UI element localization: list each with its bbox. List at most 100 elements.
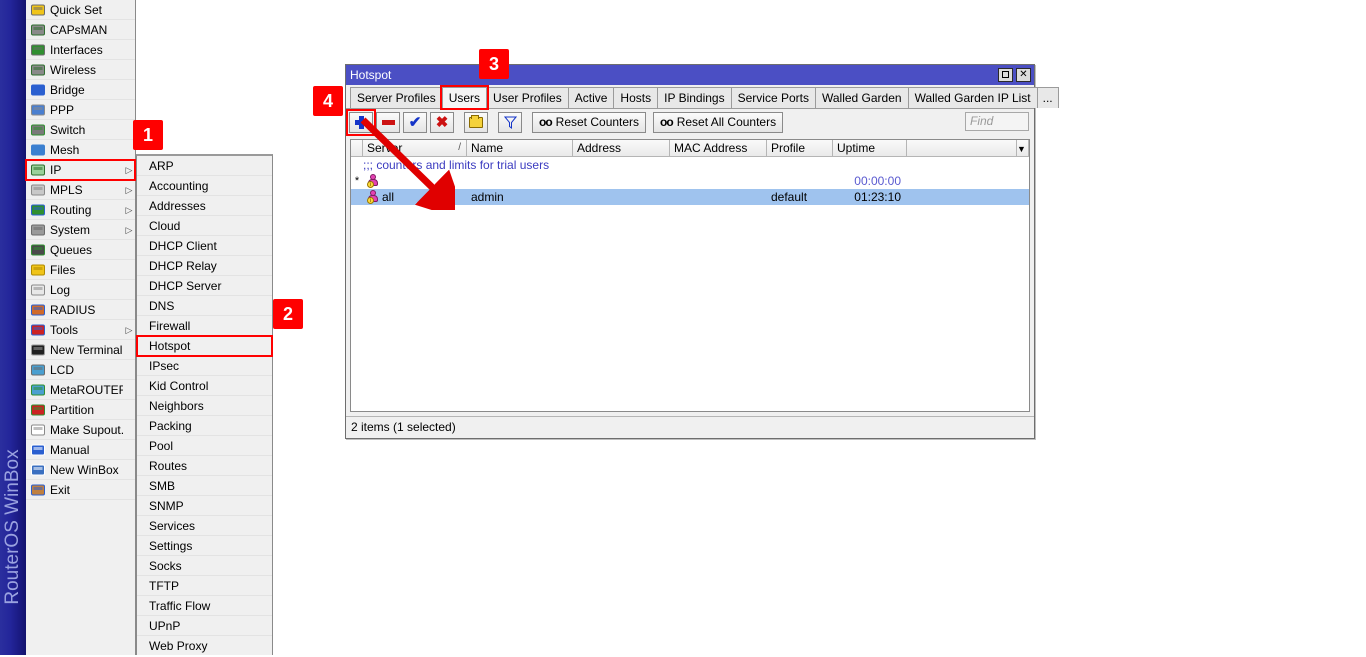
add-button[interactable]: [349, 112, 373, 133]
sidebar-item-radius[interactable]: RADIUS: [26, 300, 135, 320]
sidebar-item-mesh[interactable]: Mesh: [26, 140, 135, 160]
metarouter-icon: [30, 383, 46, 397]
table-header-address[interactable]: Address: [573, 140, 670, 156]
ip-submenu-item-packing[interactable]: Packing: [137, 416, 272, 436]
tab-server-profiles[interactable]: Server Profiles: [350, 87, 443, 108]
reset-all-counters-prefix: oo: [660, 115, 673, 129]
ip-submenu-item-settings[interactable]: Settings: [137, 536, 272, 556]
sidebar-item-ip[interactable]: IP▷: [26, 160, 135, 180]
sidebar-item-capsman[interactable]: CAPsMAN: [26, 20, 135, 40]
disable-button[interactable]: ✖: [430, 112, 454, 133]
table-row[interactable]: ialladmindefault01:23:10: [351, 189, 1029, 205]
reset-all-counters-button[interactable]: oo Reset All Counters: [653, 112, 783, 133]
ip-submenu-item-pool[interactable]: Pool: [137, 436, 272, 456]
sidebar-item-queues[interactable]: Queues: [26, 240, 135, 260]
table-header-server[interactable]: Server/: [363, 140, 467, 156]
hotspot-window[interactable]: Hotspot ✕ Server ProfilesUsersUser Profi…: [345, 64, 1035, 439]
search-input[interactable]: Find: [965, 112, 1029, 131]
ip-submenu-item-upnp[interactable]: UPnP: [137, 616, 272, 636]
sidebar-item-bridge[interactable]: Bridge: [26, 80, 135, 100]
sidebar-item-label: Bridge: [50, 80, 123, 100]
column-chooser-button[interactable]: ▼: [1017, 140, 1029, 156]
sidebar-item-metarouter[interactable]: MetaROUTER: [26, 380, 135, 400]
sidebar-item-make-supout-rif[interactable]: Make Supout.rif: [26, 420, 135, 440]
table-header-profile[interactable]: Profile: [767, 140, 833, 156]
maximize-button[interactable]: [998, 68, 1013, 82]
ip-submenu-item-kid-control[interactable]: Kid Control: [137, 376, 272, 396]
hotspot-tabbar[interactable]: Server ProfilesUsersUser ProfilesActiveH…: [346, 85, 1034, 109]
table-row[interactable]: *i00:00:00: [351, 173, 1029, 189]
sidebar-item-new-terminal[interactable]: New Terminal: [26, 340, 135, 360]
ip-submenu-item-firewall[interactable]: Firewall: [137, 316, 272, 336]
sidebar-item-routing[interactable]: Routing▷: [26, 200, 135, 220]
remove-button[interactable]: [376, 112, 400, 133]
ip-submenu-item-services[interactable]: Services: [137, 516, 272, 536]
tab-[interactable]: ...: [1037, 87, 1059, 108]
tab-users[interactable]: Users: [442, 87, 487, 108]
table-header-mac-address[interactable]: MAC Address: [670, 140, 767, 156]
ip-submenu-item-socks[interactable]: Socks: [137, 556, 272, 576]
comment-button[interactable]: [464, 112, 488, 133]
users-table[interactable]: Server/NameAddressMAC AddressProfileUpti…: [350, 139, 1030, 412]
sidebar-item-quick-set[interactable]: Quick Set: [26, 0, 135, 20]
ip-submenu-item-addresses[interactable]: Addresses: [137, 196, 272, 216]
ip-submenu-item-ipsec[interactable]: IPsec: [137, 356, 272, 376]
sidebar-item-wireless[interactable]: Wireless: [26, 60, 135, 80]
hotspot-toolbar[interactable]: ✔ ✖ oo Reset Counters oo Reset All Count…: [346, 109, 1034, 135]
filter-button[interactable]: [498, 112, 522, 133]
tab-ip-bindings[interactable]: IP Bindings: [657, 87, 732, 108]
cell-blank: [907, 173, 1017, 189]
sidebar-item-ppp[interactable]: PPP: [26, 100, 135, 120]
ip-submenu-item-routes[interactable]: Routes: [137, 456, 272, 476]
tab-service-ports[interactable]: Service Ports: [731, 87, 816, 108]
close-button[interactable]: ✕: [1016, 68, 1031, 82]
ip-submenu-item-smb[interactable]: SMB: [137, 476, 272, 496]
ip-submenu-item-hotspot[interactable]: Hotspot: [137, 336, 272, 356]
sidebar-item-new-winbox[interactable]: New WinBox: [26, 460, 135, 480]
ip-submenu-item-tftp[interactable]: TFTP: [137, 576, 272, 596]
table-header-uptime[interactable]: Uptime: [833, 140, 907, 156]
tab-walled-garden[interactable]: Walled Garden: [815, 87, 909, 108]
sidebar-item-exit[interactable]: Exit: [26, 480, 135, 500]
sidebar-item-switch[interactable]: Switch: [26, 120, 135, 140]
tab-active[interactable]: Active: [568, 87, 615, 108]
reset-counters-button[interactable]: oo Reset Counters: [532, 112, 646, 133]
sidebar-item-files[interactable]: Files: [26, 260, 135, 280]
table-header-flag: [351, 140, 363, 156]
sidebar-item-label: New WinBox: [50, 460, 123, 480]
ip-submenu-item-snmp[interactable]: SNMP: [137, 496, 272, 516]
ip-submenu-item-cloud[interactable]: Cloud: [137, 216, 272, 236]
sidebar-item-system[interactable]: System▷: [26, 220, 135, 240]
sidebar-item-partition[interactable]: Partition: [26, 400, 135, 420]
ip-submenu[interactable]: ARPAccountingAddressesCloudDHCP ClientDH…: [136, 154, 273, 657]
ip-submenu-item-neighbors[interactable]: Neighbors: [137, 396, 272, 416]
ip-submenu-item-accounting[interactable]: Accounting: [137, 176, 272, 196]
ip-submenu-item-dhcp-server[interactable]: DHCP Server: [137, 276, 272, 296]
ip-submenu-item-dns[interactable]: DNS: [137, 296, 272, 316]
cell-name: [467, 173, 573, 189]
sidebar-item-log[interactable]: Log: [26, 280, 135, 300]
tab-walled-garden-ip-list[interactable]: Walled Garden IP List: [908, 87, 1038, 108]
sidebar-item-tools[interactable]: Tools▷: [26, 320, 135, 340]
main-menu-sidebar[interactable]: Quick SetCAPsMANInterfacesWirelessBridge…: [26, 0, 136, 657]
system-icon: [30, 223, 46, 237]
sidebar-item-manual[interactable]: Manual: [26, 440, 135, 460]
ip-submenu-item-arp[interactable]: ARP: [137, 156, 272, 176]
table-column-headers[interactable]: Server/NameAddressMAC AddressProfileUpti…: [351, 140, 1029, 157]
sidebar-item-lcd[interactable]: LCD: [26, 360, 135, 380]
ip-submenu-item-web-proxy[interactable]: Web Proxy: [137, 636, 272, 656]
chevron-right-icon: ▷: [123, 320, 135, 340]
table-header-blank[interactable]: [907, 140, 1017, 156]
table-body[interactable]: ;;; counters and limits for trial users*…: [351, 157, 1029, 205]
sidebar-item-interfaces[interactable]: Interfaces: [26, 40, 135, 60]
ip-submenu-item-dhcp-relay[interactable]: DHCP Relay: [137, 256, 272, 276]
tab-hosts[interactable]: Hosts: [613, 87, 658, 108]
tab-user-profiles[interactable]: User Profiles: [486, 87, 569, 108]
enable-button[interactable]: ✔: [403, 112, 427, 133]
ip-submenu-item-dhcp-client[interactable]: DHCP Client: [137, 236, 272, 256]
table-comment-row[interactable]: ;;; counters and limits for trial users: [351, 157, 1029, 173]
hotspot-titlebar[interactable]: Hotspot ✕: [346, 65, 1034, 85]
ip-submenu-item-traffic-flow[interactable]: Traffic Flow: [137, 596, 272, 616]
table-header-name[interactable]: Name: [467, 140, 573, 156]
sidebar-item-mpls[interactable]: MPLS▷: [26, 180, 135, 200]
